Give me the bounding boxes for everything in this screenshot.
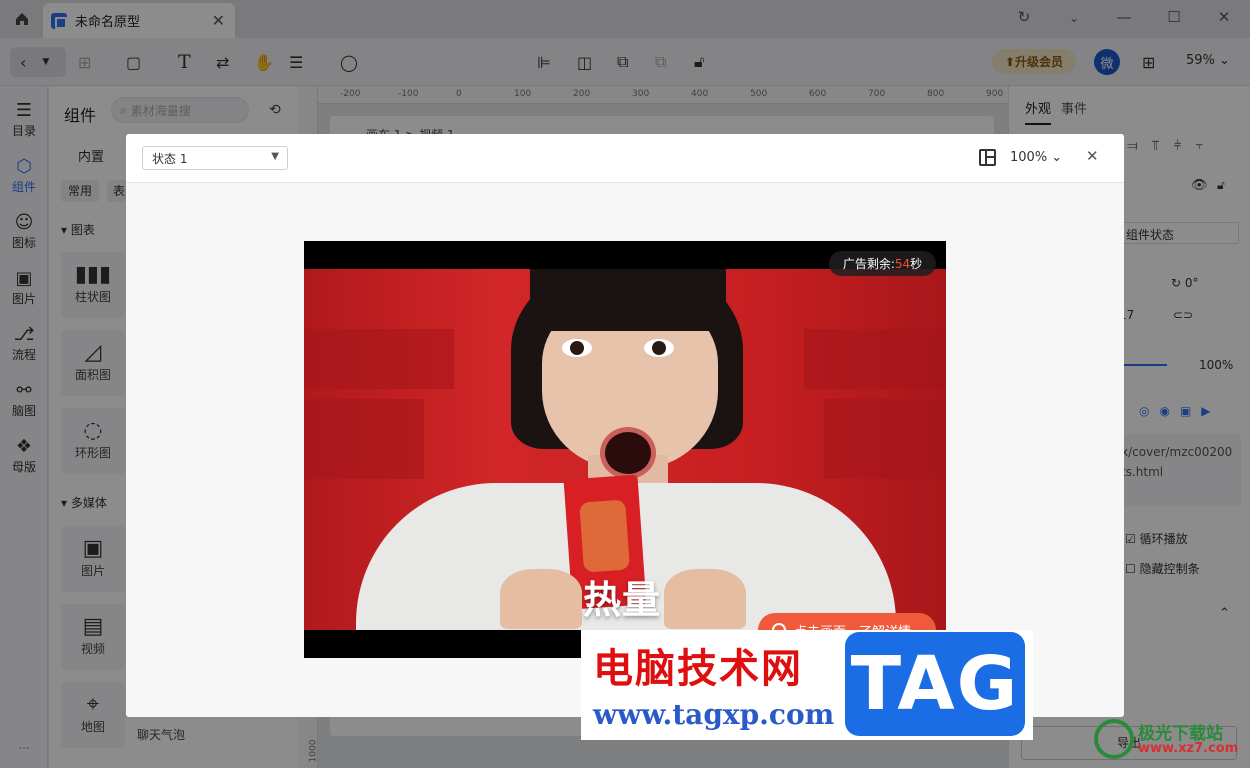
- layout-toggle-icon[interactable]: [979, 149, 996, 166]
- video-frame: 热量: [304, 269, 946, 630]
- ad-prefix: 广告剩余:: [842, 257, 895, 271]
- chevron-down-icon: ▼: [271, 151, 279, 162]
- state-value: 状态 1: [152, 151, 188, 166]
- watermark-url: www.xz7.com: [1138, 741, 1239, 756]
- modal-zoom-select[interactable]: 100% ⌄: [1010, 150, 1062, 165]
- person-eye: [644, 339, 674, 357]
- zoom-value: 100%: [1010, 150, 1048, 165]
- background-step: [304, 329, 454, 389]
- ad-seconds: 54: [894, 256, 911, 271]
- close-icon[interactable]: ✕: [1086, 147, 1099, 165]
- background-step: [804, 329, 946, 389]
- video-player[interactable]: 热量 广告剩余: 54秒 点击画面，了解详情: [304, 241, 946, 658]
- ad-countdown-badge: 广告剩余: 54 秒: [829, 251, 936, 276]
- watermark-url: www.tagxp.com: [593, 698, 835, 731]
- watermark-tag-logo: TAG: [845, 632, 1025, 736]
- background-step: [304, 399, 424, 479]
- watermark-xz7: 极光下载站 www.xz7.com: [1094, 717, 1244, 763]
- person-bangs: [530, 269, 726, 331]
- state-select[interactable]: 状态 1 ▼: [142, 146, 288, 170]
- person-eye: [562, 339, 592, 357]
- watermark-tagxp: 电脑技术网 www.tagxp.com TAG: [581, 630, 1033, 740]
- ad-suffix: 秒: [910, 257, 923, 271]
- xz7-logo-icon: [1094, 719, 1134, 759]
- person-hand: [500, 569, 582, 629]
- video-caption: 热量: [583, 578, 662, 622]
- person-mouth: [600, 427, 656, 479]
- person-hand: [664, 569, 746, 629]
- watermark-title: 电脑技术网: [593, 646, 803, 692]
- background-step: [824, 399, 946, 479]
- modal-header: 状态 1 ▼ 100% ⌄ ✕: [126, 134, 1124, 183]
